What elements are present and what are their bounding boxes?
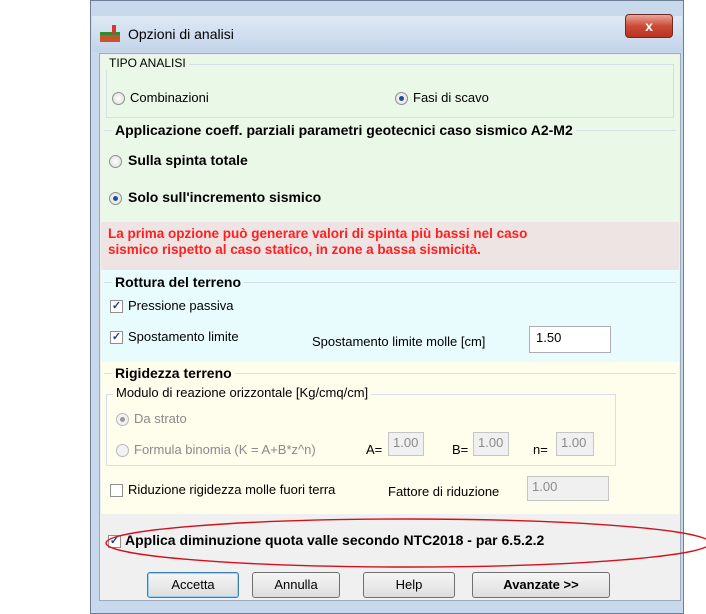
highlight-ellipse xyxy=(105,518,706,568)
help-button[interactable]: Help xyxy=(363,572,455,598)
annulla-button[interactable]: Annulla xyxy=(252,572,340,598)
avanzate-button[interactable]: Avanzate >> xyxy=(472,572,610,598)
accetta-button[interactable]: Accetta xyxy=(147,572,239,598)
